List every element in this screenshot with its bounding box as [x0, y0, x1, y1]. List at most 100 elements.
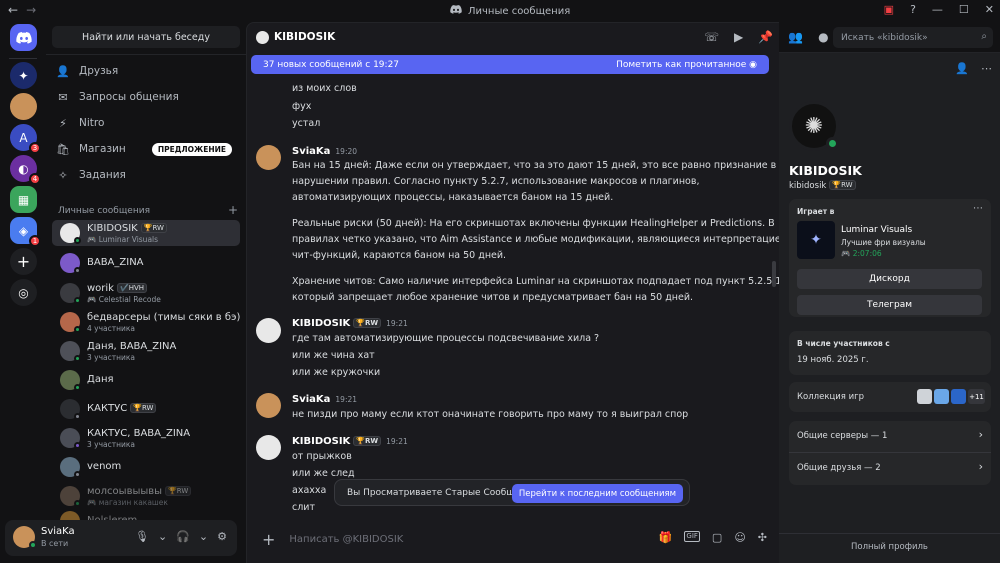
status-online [74, 297, 81, 304]
add-attachment-icon[interactable]: + [262, 530, 275, 549]
sticker-icon[interactable]: ▢ [712, 531, 722, 544]
message-input[interactable]: Написать @KIBIDOSIK [289, 534, 403, 545]
dm-item-group-bedwars[interactable]: бедварсеры (тимы сяки в бэ) 4 участника [52, 309, 240, 335]
clan-tag: 🏆RW [130, 403, 157, 413]
more-options-icon[interactable]: ⋯ [981, 62, 992, 75]
microphone-icon[interactable]: 🎙 [135, 530, 149, 543]
close-icon[interactable]: ✕ [985, 3, 994, 16]
user-profile-icon[interactable]: ● [818, 30, 828, 44]
nav-nitro[interactable]: ⚡ Nitro [56, 112, 240, 134]
minimize-icon[interactable]: — [932, 3, 943, 16]
roblox-game-icon [917, 389, 932, 404]
more-options-icon[interactable]: ⋯ [973, 203, 983, 214]
mark-as-read-button[interactable]: Пометить как прочитанное ◉ [616, 60, 757, 70]
avatar[interactable] [256, 318, 281, 343]
nav-shop[interactable]: 🛍 Магазин ПРЕДЛОЖЕНИЕ [56, 138, 240, 160]
video-call-icon[interactable]: ▶ [734, 30, 743, 44]
message-line: фух [292, 101, 312, 112]
maximize-icon[interactable]: ☐ [959, 3, 969, 16]
emoji-icon[interactable]: ☺ [734, 531, 745, 544]
dm-item-worik[interactable]: worik ✔️HVH 🎮 Celestial Recode [52, 280, 240, 306]
mutual-servers-row[interactable]: Общие серверы — 1 › [797, 428, 983, 441]
dm-item-danya[interactable]: Даня [52, 367, 240, 393]
gift-icon[interactable]: 🎁 [659, 531, 673, 544]
add-friends-icon[interactable]: 👥 [788, 30, 803, 44]
message-composer[interactable]: + Написать @KIBIDOSIK 🎁 GIF ▢ ☺ ✣ [253, 523, 775, 555]
dm-item-kaktus[interactable]: КАКТУС 🏆RW [52, 396, 240, 422]
chevron-down-icon[interactable]: ⌄ [199, 530, 208, 543]
scrollbar-thumb[interactable] [772, 261, 776, 287]
message-line: чит-функций, караются баном на 50 дней. [292, 250, 507, 261]
inbox-alert-icon[interactable]: ▣ [884, 3, 894, 16]
nav-friends[interactable]: 👤 Друзья [56, 60, 240, 82]
forward-arrow-icon[interactable]: → [26, 3, 36, 17]
status-online [74, 442, 81, 449]
game-description: Лучшие фри визуалы [841, 238, 926, 247]
add-server-button[interactable]: + [10, 248, 37, 275]
message-author[interactable]: KIBIDOSIK 🏆RW 19:21 [292, 318, 408, 329]
user-profile-panel: 👤 ⋯ ✺ KIBIDOSIK kibidosik 🏆RW Играет в ⋯ … [779, 52, 1000, 563]
server-icon-roblox[interactable]: ◈ 1 [10, 217, 41, 247]
discord-logo-icon [450, 5, 462, 17]
dm-item-kibidosik[interactable]: KIBIDOSIK 🏆RW 🎮 Luminar Visuals [52, 220, 240, 246]
message-author[interactable]: SviaKa 19:20 [292, 146, 357, 157]
profile-name: KIBIDOSIK [789, 163, 862, 178]
message-line: который запрещает любое хранение читов и… [292, 292, 694, 303]
chevron-right-icon: › [978, 428, 983, 441]
pin-icon[interactable]: 📌 [758, 30, 773, 44]
clan-tag: 🏆RW [829, 180, 856, 190]
dm-item-venom[interactable]: venom [52, 454, 240, 480]
telegram-link-button[interactable]: Телеграм [797, 295, 982, 315]
dm-item-group-kaktus-baba[interactable]: КАКТУС, BABA_ZINA 3 участника [52, 425, 240, 451]
inbox-icon: ✉ [58, 90, 68, 104]
message-line: нарушении правил. Согласно пункту 5.2.7,… [292, 176, 700, 187]
discord-link-button[interactable]: Дискорд [797, 269, 982, 289]
apps-icon[interactable]: ✣ [758, 531, 767, 544]
voice-call-icon[interactable]: ☏ [704, 30, 719, 44]
server-icon-red[interactable]: A3 [10, 124, 41, 154]
new-messages-bar[interactable]: 37 новых сообщений с 19:27 Пометить как … [251, 55, 769, 74]
server-icon-purple[interactable]: ◐ 4 [10, 155, 41, 185]
server-icon-avatar[interactable] [10, 93, 37, 120]
mutual-friends-row[interactable]: Общие друзья — 2 › [797, 460, 983, 473]
avatar[interactable] [256, 145, 281, 170]
nav-message-requests[interactable]: ✉ Запросы общения [56, 86, 240, 108]
jump-to-present-button[interactable]: Перейти к последним сообщениям [511, 484, 683, 503]
message-author[interactable]: KIBIDOSIK 🏆RW 19:21 [292, 436, 408, 447]
unread-badge: 4 [29, 173, 41, 185]
search-input[interactable]: Искать «kibidosik» ⌕ [833, 27, 993, 48]
status-online [826, 137, 839, 150]
message-line: слит [292, 502, 316, 513]
avatar[interactable] [256, 393, 281, 418]
nav-quests[interactable]: ✧ Задания [56, 164, 240, 186]
view-full-profile-button[interactable]: Полный профиль [779, 542, 1000, 552]
help-icon[interactable]: ? [910, 3, 916, 16]
chevron-down-icon[interactable]: ⌄ [158, 530, 167, 543]
headphones-icon[interactable]: 🎧 [176, 530, 190, 543]
create-dm-button[interactable]: + [228, 203, 238, 217]
home-dm-button[interactable] [10, 24, 37, 51]
avatar[interactable] [256, 435, 281, 460]
status-online [74, 326, 81, 333]
status-online [74, 500, 81, 507]
discover-button[interactable]: ◎ [10, 279, 37, 306]
settings-gear-icon[interactable]: ⚙ [217, 530, 227, 543]
search-icon: ⌕ [981, 31, 987, 42]
add-friend-icon[interactable]: 👤 [955, 62, 969, 75]
server-icon-creeper[interactable]: ▦ [10, 186, 37, 213]
dm-item-molsoy[interactable]: молсоывыывы 🏆RW 🎮 магазин какашек [52, 483, 240, 509]
gif-icon[interactable]: GIF [684, 531, 700, 542]
back-arrow-icon[interactable]: ← [8, 3, 18, 17]
message-line: Хранение читов: Само наличие интерфейса … [292, 276, 780, 287]
game-collection-card[interactable]: Коллекция игр +11 [789, 382, 991, 412]
discord-home-icon [15, 31, 32, 44]
server-icon-blue[interactable]: ✦ [10, 62, 37, 89]
dm-item-baba-zina[interactable]: BABA_ZINA [52, 250, 240, 276]
message-line: где там автоматизирующие процессы подсве… [292, 333, 600, 344]
more-games-count: +11 [968, 389, 985, 404]
activity-card: Играет в ⋯ ✦ Luminar Visuals Лучшие фри … [789, 199, 991, 317]
message-line: или же кружочки [292, 367, 381, 378]
find-conversation-button[interactable]: Найти или начать беседу [52, 26, 240, 48]
dm-item-group-danya-baba[interactable]: Даня, BABA_ZINA 3 участника [52, 338, 240, 364]
message-author[interactable]: SviaKa 19:21 [292, 394, 357, 405]
